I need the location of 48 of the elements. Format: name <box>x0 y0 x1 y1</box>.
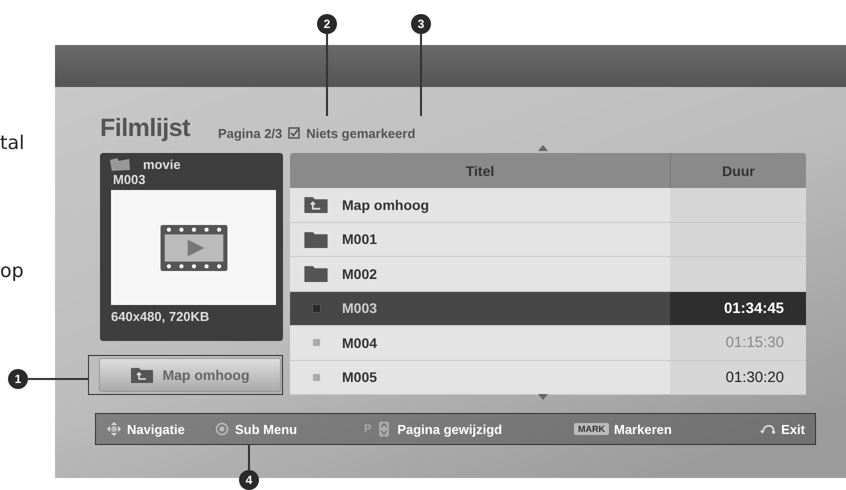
folder-up-icon <box>130 366 154 384</box>
callout-number: 2 <box>317 14 337 34</box>
help-label: Navigatie <box>127 422 185 436</box>
file-title: M004 <box>342 334 378 351</box>
duration: 01:30:20 <box>726 368 784 386</box>
margin-text: tal <box>0 132 24 154</box>
leader-line <box>248 444 250 470</box>
help-label: Pagina gewijzigd <box>397 422 502 436</box>
file-title: Map omhoog <box>342 196 430 213</box>
folder-icon <box>109 157 131 172</box>
file-title: M002 <box>342 266 378 282</box>
margin-text: op <box>0 260 24 282</box>
mark-key: MARK <box>574 423 609 435</box>
callout-number: 3 <box>411 14 431 34</box>
file-title: M005 <box>342 369 378 386</box>
file-marker-icon <box>312 374 320 381</box>
scroll-up-icon[interactable] <box>538 145 548 151</box>
folder-icon <box>303 264 329 284</box>
file-row[interactable]: Map omhoog <box>290 188 806 222</box>
screen-title: Filmlijst <box>100 114 190 143</box>
help-label: Exit <box>781 422 805 436</box>
file-row[interactable]: M002 <box>290 257 806 292</box>
file-name: M003 <box>113 172 147 187</box>
folder-name: movie <box>143 157 181 172</box>
callout-number: 4 <box>239 470 259 490</box>
file-row[interactable]: M004 01:15:30 <box>290 326 806 360</box>
file-marker-icon <box>312 339 320 346</box>
file-marker-icon <box>312 304 320 313</box>
duration: 01:15:30 <box>726 334 784 352</box>
file-title: M003 <box>342 300 378 316</box>
file-row[interactable]: M001 <box>290 222 806 257</box>
page-indicator: Pagina 2/3 <box>218 126 282 143</box>
ok-button-icon <box>214 421 230 437</box>
folder-icon <box>303 230 329 249</box>
file-row[interactable]: M003 01:34:45 <box>290 292 806 326</box>
checkbox-icon <box>288 127 300 139</box>
column-header: Duur <box>721 162 756 180</box>
callout-number: 1 <box>8 369 28 389</box>
file-info: 640x480, 720KB <box>111 309 210 324</box>
file-row[interactable]: M005 01:30:20 <box>290 360 806 395</box>
duration: 01:34:45 <box>724 300 784 317</box>
help-label: Sub Menu <box>235 422 298 436</box>
film-play-icon <box>160 224 228 270</box>
file-title: M001 <box>342 231 378 248</box>
navigation-arrows-icon <box>106 421 122 437</box>
help-label: Markeren <box>614 422 672 436</box>
mark-status: Niets gemarkeerd <box>306 126 416 143</box>
folder-up-icon <box>303 195 329 214</box>
